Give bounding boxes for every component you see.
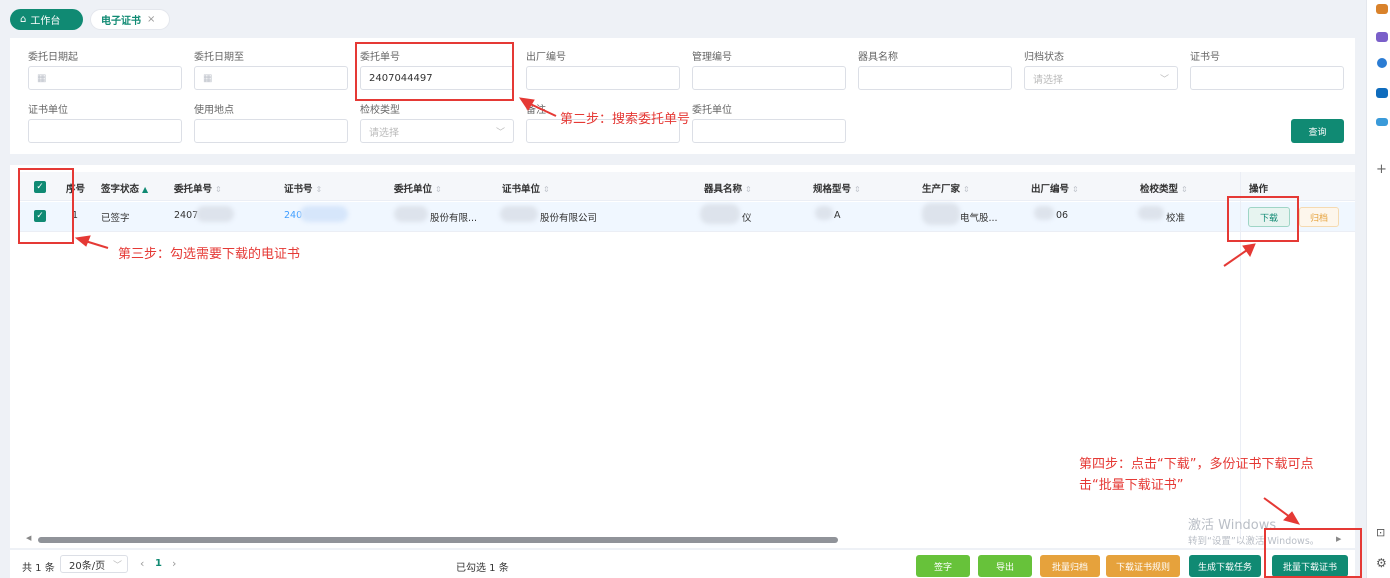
annotation-step3: 第三步：勾选需要下载的电证书	[118, 247, 301, 262]
annotation-step4-line2: 击“批量下载证书”	[1079, 478, 1184, 493]
annotation-step2: 第二步：搜索委托单号	[560, 112, 691, 127]
annotation-step4-line1: 第四步：点击“下载”，多份证书下载可点	[1079, 457, 1314, 472]
